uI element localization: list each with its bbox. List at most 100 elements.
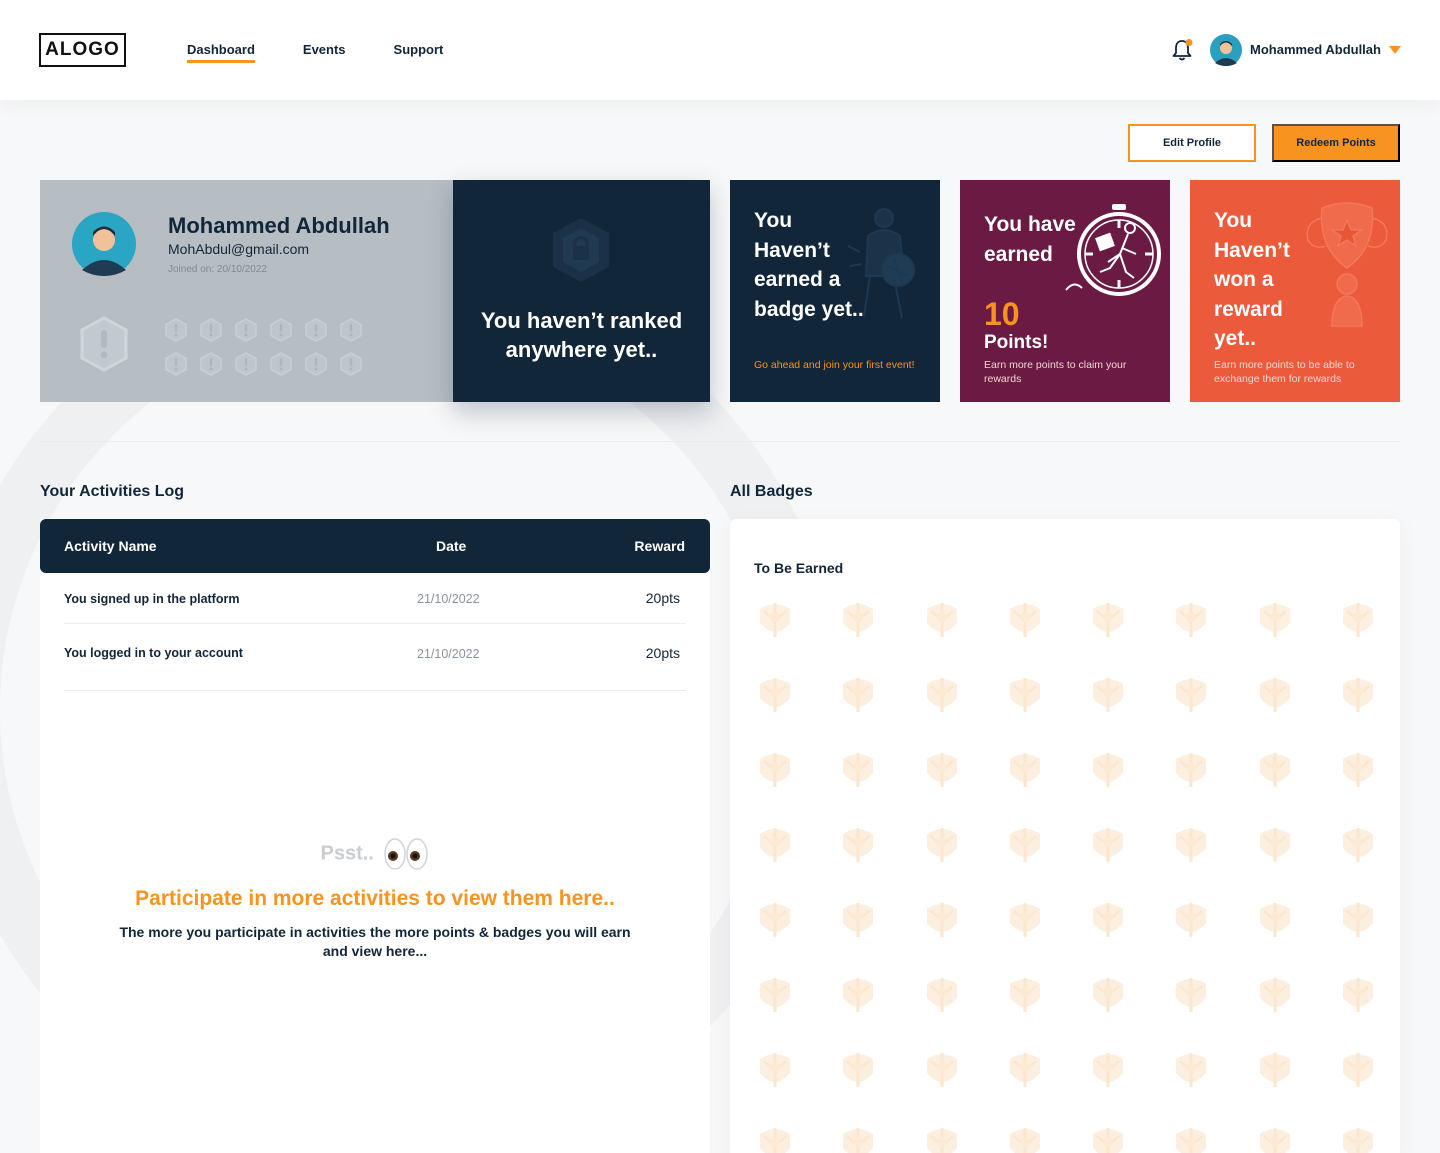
unearned-badge-icon[interactable] [752, 972, 798, 1018]
unearned-badge-icon[interactable] [1085, 972, 1131, 1018]
unearned-badge-icon[interactable] [1252, 747, 1298, 793]
unearned-badge-icon[interactable] [1002, 822, 1048, 868]
unearned-badge-icon[interactable] [1085, 897, 1131, 943]
reward-card: You Haven’t won a reward yet.. Earn more… [1190, 180, 1400, 402]
points-card-title: You have earned [984, 213, 1076, 266]
unearned-badge-icon[interactable] [752, 1047, 798, 1093]
unearned-badge-icon[interactable] [1252, 897, 1298, 943]
unearned-badge-icon[interactable] [1335, 822, 1381, 868]
unearned-badge-icon[interactable] [1252, 597, 1298, 643]
unearned-badge-icon[interactable] [1085, 1047, 1131, 1093]
avatar[interactable] [1210, 34, 1242, 66]
unearned-badge-icon[interactable] [752, 822, 798, 868]
chevron-down-icon[interactable] [1389, 46, 1401, 54]
unearned-badge-icon[interactable] [1252, 1122, 1298, 1153]
locked-badge-icon [235, 318, 257, 342]
points-label: Points! [984, 332, 1049, 353]
unearned-badge-icon[interactable] [919, 1122, 965, 1153]
unearned-badge-icon[interactable] [1085, 672, 1131, 718]
badges-title: All Badges [730, 483, 813, 500]
activity-name: You signed up in the platform [64, 592, 240, 606]
unearned-badge-icon[interactable] [1002, 672, 1048, 718]
unearned-badge-icon[interactable] [1168, 1047, 1214, 1093]
unearned-badge-icon[interactable] [835, 597, 881, 643]
unearned-badge-icon[interactable] [1168, 897, 1214, 943]
unearned-badge-icon[interactable] [919, 747, 965, 793]
unearned-badge-icon[interactable] [835, 897, 881, 943]
unearned-badge-icon[interactable] [919, 672, 965, 718]
table-row[interactable]: You logged in to your account 21/10/2022… [64, 624, 686, 691]
mini-badges-grid [165, 318, 362, 376]
nav-dashboard[interactable]: Dashboard [187, 42, 255, 63]
unearned-badge-icon[interactable] [1168, 672, 1214, 718]
locked-badge-icon [305, 352, 327, 376]
column-activity-name: Activity Name [64, 538, 157, 554]
unearned-badge-icon[interactable] [835, 822, 881, 868]
unearned-badge-icon[interactable] [1335, 597, 1381, 643]
unearned-badge-icon[interactable] [1002, 597, 1048, 643]
unearned-badge-icon[interactable] [1085, 1122, 1131, 1153]
unearned-badge-icon[interactable] [835, 672, 881, 718]
unearned-badge-icon[interactable] [1085, 747, 1131, 793]
unearned-badge-icon[interactable] [1335, 747, 1381, 793]
unearned-badge-icon[interactable] [752, 672, 798, 718]
column-date: Date [436, 538, 467, 554]
section-divider [40, 441, 1400, 442]
activity-date: 21/10/2022 [417, 647, 480, 661]
unearned-badge-icon[interactable] [919, 972, 965, 1018]
activities-panel: Activity Name Date Reward You signed up … [40, 519, 710, 1153]
unearned-badge-icon[interactable] [1002, 747, 1048, 793]
unearned-badge-icon[interactable] [1085, 597, 1131, 643]
redeem-points-button[interactable]: Redeem Points [1272, 124, 1400, 162]
main-nav: Dashboard Events Support [187, 42, 444, 63]
nav-events[interactable]: Events [303, 42, 346, 62]
unearned-badge-icon[interactable] [1168, 822, 1214, 868]
unearned-badge-icon[interactable] [1252, 1047, 1298, 1093]
unearned-badge-icon[interactable] [835, 972, 881, 1018]
empty-state-psst: Psst.. [40, 837, 710, 871]
unearned-badge-icon[interactable] [1085, 822, 1131, 868]
unearned-badge-icon[interactable] [919, 822, 965, 868]
nav-support[interactable]: Support [394, 42, 444, 62]
locked-badge-icon [235, 352, 257, 376]
badges-grid [752, 597, 1381, 1153]
unearned-badge-icon[interactable] [919, 597, 965, 643]
unearned-badge-icon[interactable] [1252, 972, 1298, 1018]
unearned-badge-icon[interactable] [1168, 597, 1214, 643]
unearned-badge-icon[interactable] [1168, 1122, 1214, 1153]
unearned-badge-icon[interactable] [1002, 1122, 1048, 1153]
unearned-badge-icon[interactable] [752, 747, 798, 793]
unearned-badge-icon[interactable] [1335, 1122, 1381, 1153]
unearned-badge-icon[interactable] [752, 897, 798, 943]
unearned-badge-icon[interactable] [1252, 822, 1298, 868]
unearned-badge-icon[interactable] [1335, 1047, 1381, 1093]
unearned-badge-icon[interactable] [1002, 1047, 1048, 1093]
unearned-badge-icon[interactable] [752, 597, 798, 643]
reward-card-subtitle: Earn more points to be able to exchange … [1214, 359, 1355, 385]
points-value: 10 [984, 296, 1020, 332]
edit-profile-button[interactable]: Edit Profile [1128, 124, 1256, 162]
user-name[interactable]: Mohammed Abdullah [1250, 42, 1381, 57]
unearned-badge-icon[interactable] [835, 747, 881, 793]
unearned-badge-icon[interactable] [835, 1047, 881, 1093]
unearned-badge-icon[interactable] [919, 1047, 965, 1093]
table-row[interactable]: You signed up in the platform 21/10/2022… [64, 577, 686, 624]
activity-date: 21/10/2022 [417, 592, 480, 606]
empty-state-description: The more you participate in activities t… [119, 924, 631, 959]
unearned-badge-icon[interactable] [919, 897, 965, 943]
bell-icon[interactable] [1171, 38, 1193, 62]
logo[interactable]: ALOGO [39, 33, 126, 67]
unearned-badge-icon[interactable] [1335, 897, 1381, 943]
unearned-badge-icon[interactable] [835, 1122, 881, 1153]
unearned-badge-icon[interactable] [1002, 972, 1048, 1018]
unearned-badge-icon[interactable] [1252, 672, 1298, 718]
unearned-badge-icon[interactable] [1002, 897, 1048, 943]
unearned-badge-icon[interactable] [1335, 972, 1381, 1018]
activities-title: Your Activities Log [40, 483, 185, 500]
locked-badge-icon [270, 318, 292, 342]
unearned-badge-icon[interactable] [1335, 672, 1381, 718]
unearned-badge-icon[interactable] [752, 1122, 798, 1153]
unearned-badge-icon[interactable] [1168, 972, 1214, 1018]
unearned-badge-icon[interactable] [1168, 747, 1214, 793]
locked-badge-icon [270, 352, 292, 376]
